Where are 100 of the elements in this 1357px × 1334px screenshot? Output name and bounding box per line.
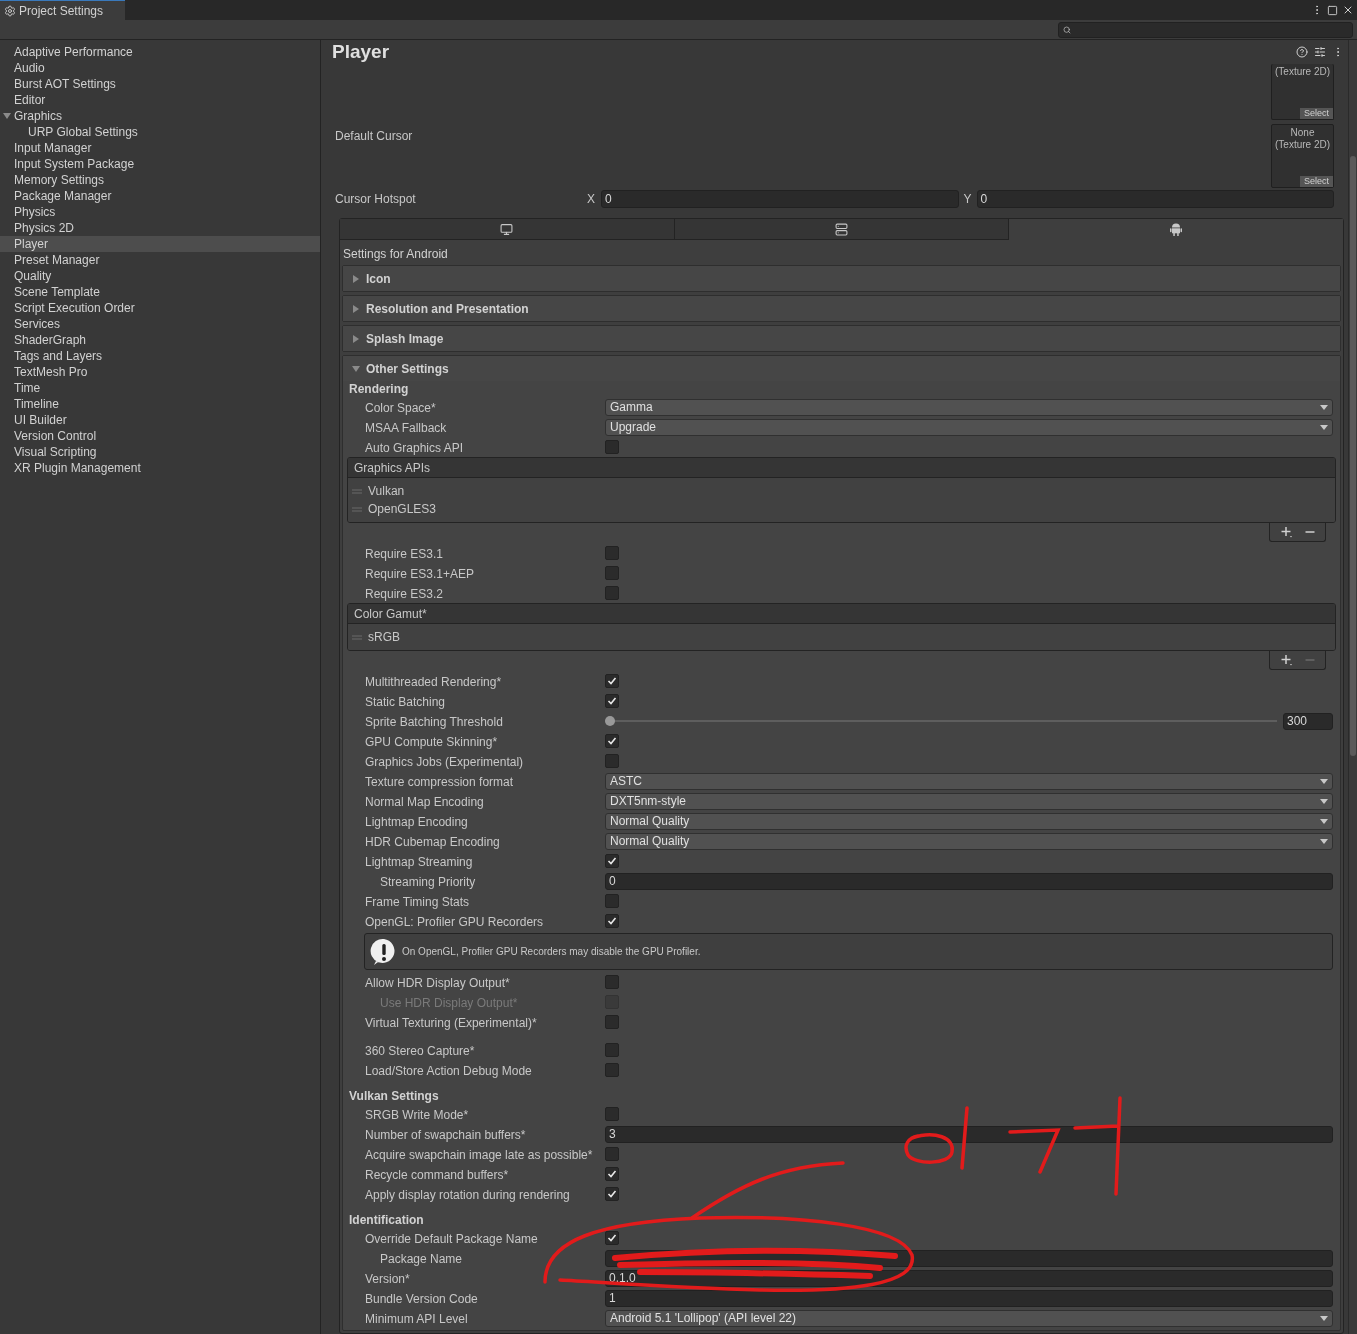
field-label: Color Space*: [365, 401, 436, 415]
sidebar-item[interactable]: Memory Settings: [0, 172, 320, 188]
group-header: Identification: [349, 1212, 424, 1229]
checkbox[interactable]: [605, 754, 619, 768]
checkbox[interactable]: [605, 1167, 619, 1181]
list-item[interactable]: OpenGLES3: [348, 500, 1335, 518]
add-icon[interactable]: [1280, 526, 1293, 538]
input-field[interactable]: 300: [1283, 712, 1333, 730]
dropdown[interactable]: DXT5nm-style: [605, 792, 1333, 810]
slider-track[interactable]: [605, 716, 1277, 726]
dropdown[interactable]: ASTC: [605, 772, 1333, 790]
checkbox[interactable]: [605, 894, 619, 908]
checkbox[interactable]: [605, 674, 619, 688]
field-label: Bundle Version Code: [365, 1292, 478, 1306]
window-tab[interactable]: Project Settings: [0, 0, 125, 20]
settings-icon: [4, 4, 16, 17]
sidebar-item[interactable]: Visual Scripting: [0, 444, 320, 460]
sidebar-item[interactable]: Physics 2D: [0, 220, 320, 236]
foldout-header[interactable]: Resolution and Presentation: [343, 296, 1340, 321]
foldout-header[interactable]: Icon: [343, 266, 1340, 291]
checkbox[interactable]: [605, 1107, 619, 1121]
checkbox[interactable]: [605, 1187, 619, 1201]
sidebar-item[interactable]: Input Manager: [0, 140, 320, 156]
sidebar-item[interactable]: Package Manager: [0, 188, 320, 204]
check-icon: [607, 1233, 617, 1243]
checkbox[interactable]: [605, 854, 619, 868]
sliders-icon[interactable]: [1314, 46, 1326, 58]
sidebar-item[interactable]: Timeline: [0, 396, 320, 412]
sidebar-item[interactable]: Physics: [0, 204, 320, 220]
sidebar-item[interactable]: Script Execution Order: [0, 300, 320, 316]
sidebar-item[interactable]: Quality: [0, 268, 320, 284]
caret-icon[interactable]: [352, 364, 360, 373]
dropdown[interactable]: Upgrade: [605, 418, 1333, 436]
sidebar-item[interactable]: Burst AOT Settings: [0, 76, 320, 92]
input-field[interactable]: 3: [605, 1125, 1333, 1143]
checkbox[interactable]: [605, 694, 619, 708]
slider-thumb[interactable]: [605, 716, 615, 726]
dropdown[interactable]: Gamma: [605, 398, 1333, 416]
checkbox[interactable]: [605, 1063, 619, 1077]
scrollbar-thumb[interactable]: [1350, 156, 1356, 756]
checkbox[interactable]: [605, 914, 619, 928]
dropdown[interactable]: Normal Quality: [605, 812, 1333, 830]
maximize-icon[interactable]: [1327, 4, 1338, 16]
select-button[interactable]: Select: [1300, 176, 1333, 187]
slot-value: None: [1290, 127, 1315, 139]
sidebar-item[interactable]: Input System Package: [0, 156, 320, 172]
sidebar-item[interactable]: UI Builder: [0, 412, 320, 428]
close-icon[interactable]: [1342, 4, 1354, 16]
help-icon[interactable]: [1296, 46, 1308, 58]
checkbox[interactable]: [605, 546, 619, 560]
sidebar-item[interactable]: Services: [0, 316, 320, 332]
sidebar-item[interactable]: XR Plugin Management: [0, 460, 320, 476]
sidebar-item[interactable]: TextMesh Pro: [0, 364, 320, 380]
field-label: Streaming Priority: [380, 875, 476, 889]
dropdown[interactable]: Android 5.1 'Lollipop' (API level 22): [605, 1309, 1333, 1327]
search-field[interactable]: [1058, 21, 1353, 38]
checkbox[interactable]: [605, 440, 619, 454]
foldout-header[interactable]: Splash Image: [343, 326, 1340, 351]
list-header: Color Gamut*: [348, 604, 1335, 624]
texture-slot[interactable]: None (Texture 2D) Select: [1271, 124, 1334, 188]
texture-slot[interactable]: (Texture 2D) Select: [1271, 64, 1334, 120]
caret-icon[interactable]: [352, 304, 360, 313]
sidebar-item[interactable]: Adaptive Performance: [0, 44, 320, 60]
checkbox[interactable]: [605, 1231, 619, 1245]
slot-type: (Texture 2D): [1275, 66, 1330, 78]
dropdown[interactable]: Normal Quality: [605, 832, 1333, 850]
input-field[interactable]: 0: [976, 190, 1334, 208]
add-icon[interactable]: [1280, 654, 1293, 666]
sidebar-item[interactable]: URP Global Settings: [0, 124, 320, 140]
sidebar-item[interactable]: Time: [0, 380, 320, 396]
sidebar-item[interactable]: ShaderGraph: [0, 332, 320, 348]
checkbox[interactable]: [605, 1043, 619, 1057]
checkbox[interactable]: [605, 734, 619, 748]
axis-label: X: [587, 191, 596, 208]
select-button[interactable]: Select: [1300, 108, 1333, 119]
sidebar-item[interactable]: Version Control: [0, 428, 320, 444]
field-label: Allow HDR Display Output*: [365, 976, 510, 990]
checkbox[interactable]: [605, 1015, 619, 1029]
input-field[interactable]: 0: [605, 872, 1333, 890]
checkbox[interactable]: [605, 1147, 619, 1161]
sidebar-item[interactable]: Editor: [0, 92, 320, 108]
caret-icon: [1320, 404, 1328, 410]
list-item[interactable]: Vulkan: [348, 482, 1335, 500]
checkbox[interactable]: [605, 566, 619, 580]
input-field[interactable]: 1: [605, 1289, 1333, 1307]
sidebar-item[interactable]: Audio: [0, 60, 320, 76]
sidebar-item[interactable]: Tags and Layers: [0, 348, 320, 364]
field-label: HDR Cubemap Encoding: [365, 835, 500, 849]
expand-caret-icon[interactable]: [3, 112, 11, 120]
sidebar-item[interactable]: Scene Template: [0, 284, 320, 300]
sidebar-item[interactable]: Preset Manager: [0, 252, 320, 268]
sidebar-item[interactable]: Player: [0, 236, 320, 252]
checkbox[interactable]: [605, 975, 619, 989]
caret-icon[interactable]: [352, 334, 360, 343]
field-label: Texture compression format: [365, 775, 514, 789]
caret-icon[interactable]: [352, 274, 360, 283]
list-item[interactable]: sRGB: [348, 628, 1335, 646]
checkbox[interactable]: [605, 586, 619, 600]
sidebar-item[interactable]: Graphics: [0, 108, 320, 124]
input-field[interactable]: 0: [601, 190, 959, 208]
